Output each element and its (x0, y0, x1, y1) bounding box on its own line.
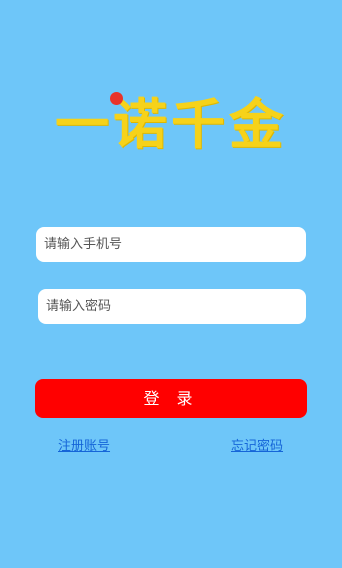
login-button[interactable]: 登 录 (35, 379, 307, 418)
forgot-password-link[interactable]: 忘记密码 (231, 435, 283, 454)
password-input[interactable] (38, 289, 306, 324)
password-field-container (38, 289, 306, 324)
app-logo: 一诺千金 (48, 90, 294, 160)
phone-input[interactable] (36, 227, 306, 262)
phone-field-container (36, 227, 306, 262)
logo-dot (110, 92, 123, 105)
register-link[interactable]: 注册账号 (58, 435, 110, 454)
logo-text: 一诺千金 (55, 93, 287, 156)
